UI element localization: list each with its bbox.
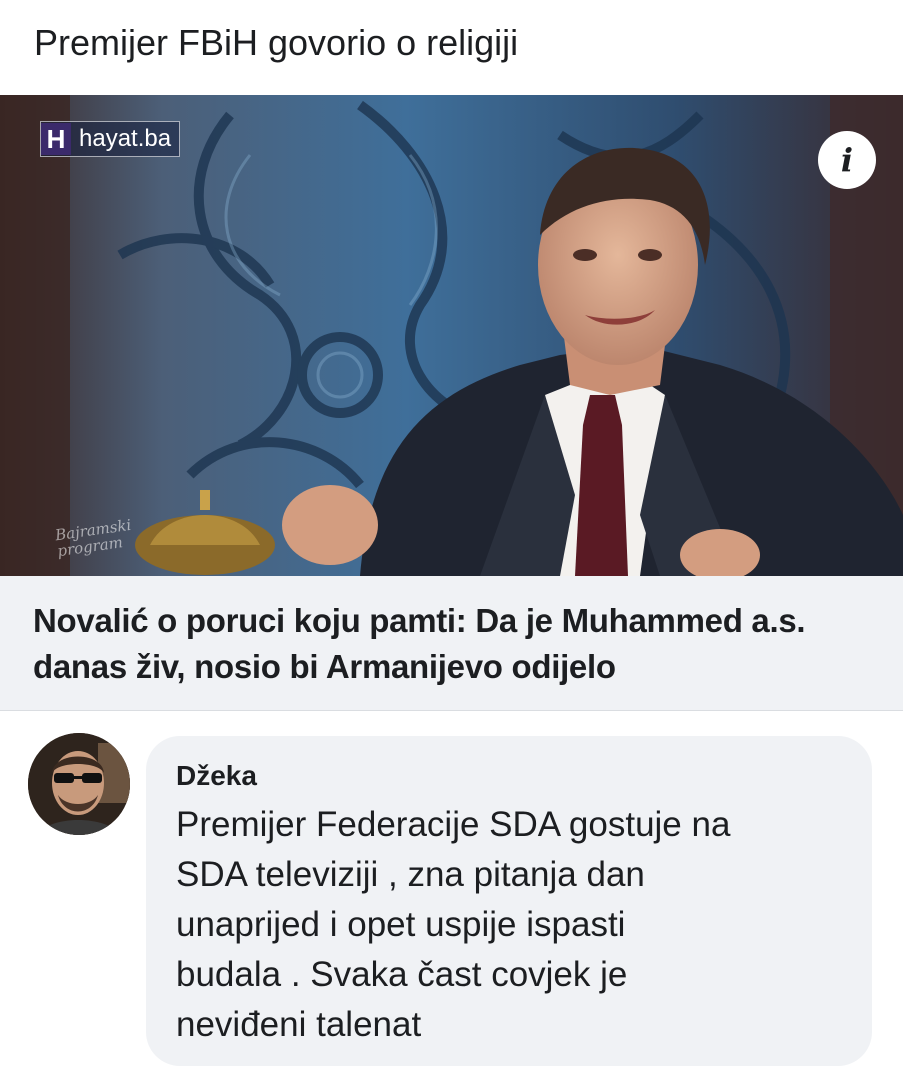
comment-text: Premijer Federacije SDA gostuje na SDA t…: [176, 805, 731, 1044]
post-title: Premijer FBiH govorio o religiji: [34, 22, 519, 63]
avatar-photo: [28, 733, 130, 835]
brand-text: hayat.ba: [79, 125, 172, 152]
post-image[interactable]: [0, 95, 903, 576]
comment-author[interactable]: Džeka: [176, 760, 257, 792]
comment-bubble: Džeka Premijer Federacije SDA gostuje na…: [146, 736, 872, 1066]
hayat-logo-icon: H: [41, 123, 71, 155]
hayat-brand-badge: H hayat.ba: [40, 121, 181, 157]
post-header: Premijer FBiH govorio o religiji: [0, 0, 903, 95]
link-preview[interactable]: Novalić o poruci koju pamti: Da je Muham…: [0, 576, 903, 710]
tv-studio-photo: [0, 95, 903, 576]
avatar[interactable]: [28, 733, 130, 835]
link-headline: Novalić o poruci koju pamti: Da je Muham…: [33, 602, 806, 685]
info-icon[interactable]: i: [818, 131, 876, 189]
